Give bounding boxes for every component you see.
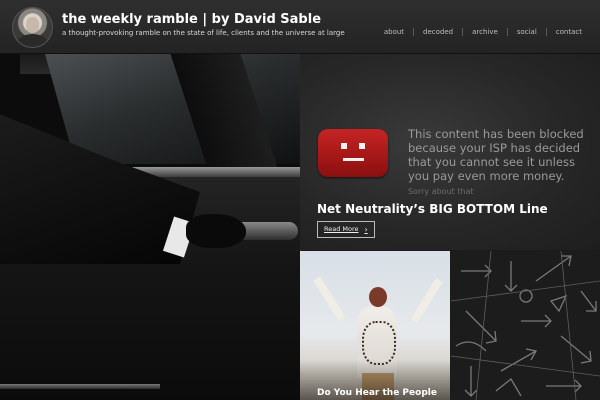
icon-eye-left — [341, 143, 347, 149]
nav-archive[interactable]: archive — [472, 28, 498, 36]
nav-separator — [413, 28, 415, 36]
icon-mouth — [343, 158, 364, 161]
gloved-hand — [186, 214, 246, 248]
raised-arm-left — [313, 276, 346, 322]
nav-about[interactable]: about — [384, 28, 404, 36]
car-body-crease — [0, 384, 160, 389]
icon-eye-right — [359, 143, 365, 149]
nav-social[interactable]: social — [517, 28, 537, 36]
site-header: the weekly ramble | by David Sable a tho… — [0, 0, 600, 54]
tile-caption[interactable]: Do You Hear the People — [317, 388, 437, 398]
post-tile-people[interactable] — [300, 251, 450, 400]
post-title[interactable]: Net Neutrality’s BIG BOTTOM Line — [317, 202, 548, 216]
chalk-arrows-pattern — [451, 251, 600, 400]
chevron-right-icon: › — [364, 225, 368, 234]
blocked-video-icon — [318, 129, 388, 177]
blocked-message: This content has been blocked because yo… — [408, 127, 584, 183]
raised-arm-right — [410, 278, 443, 324]
post-tile-chalk-arrows[interactable] — [451, 251, 600, 400]
site-tagline: a thought-provoking ramble on the state … — [62, 29, 345, 37]
read-more-label: Read More — [324, 225, 359, 233]
avatar-face — [26, 17, 39, 33]
nav-separator — [545, 28, 547, 36]
nav-separator — [462, 28, 464, 36]
nav-decoded[interactable]: decoded — [423, 28, 453, 36]
nav-separator — [506, 28, 508, 36]
rope-binding — [362, 321, 396, 365]
person-head — [369, 287, 387, 307]
blocked-subtext: Sorry about that — [408, 187, 474, 196]
author-avatar[interactable] — [12, 7, 53, 48]
read-more-button[interactable]: Read More › — [317, 221, 375, 238]
featured-post: This content has been blocked because yo… — [300, 54, 600, 250]
feature-image-car-door[interactable] — [0, 54, 300, 400]
main-nav: about decoded archive social contact — [384, 28, 582, 36]
site-title[interactable]: the weekly ramble | by David Sable — [62, 12, 321, 27]
avatar-shoulders — [17, 34, 48, 47]
nav-contact[interactable]: contact — [556, 28, 582, 36]
